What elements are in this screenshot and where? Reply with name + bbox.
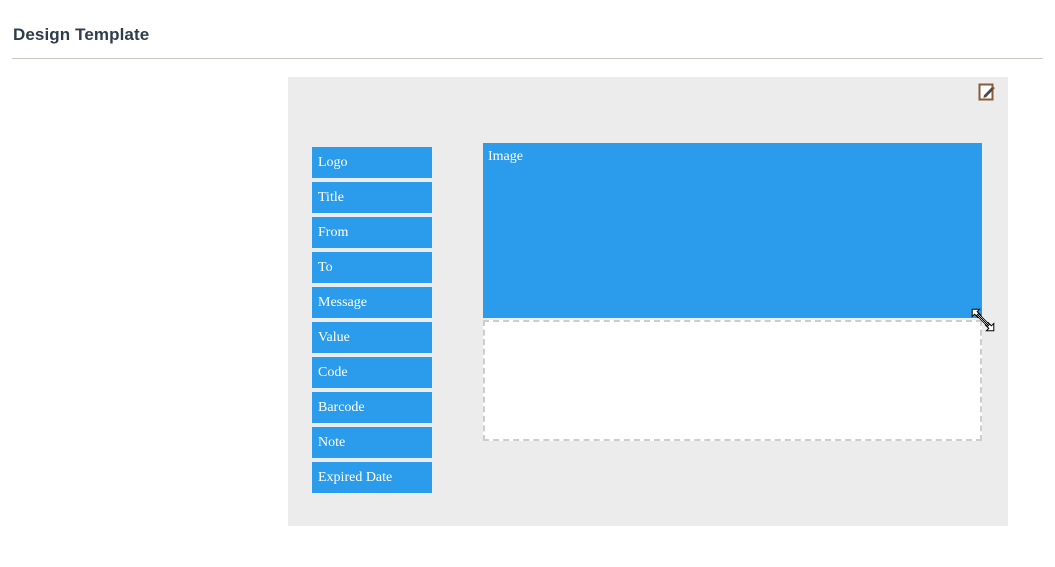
image-block[interactable]: Image bbox=[483, 143, 982, 318]
page-title: Design Template bbox=[13, 25, 150, 44]
field-chip-code[interactable]: Code bbox=[312, 357, 432, 388]
field-chip-barcode[interactable]: Barcode bbox=[312, 392, 432, 423]
designer-canvas: Logo Title From To Message Value Code Ba… bbox=[288, 77, 1008, 526]
field-chip-title[interactable]: Title bbox=[312, 182, 432, 213]
field-list: Logo Title From To Message Value Code Ba… bbox=[312, 147, 432, 493]
field-chip-logo[interactable]: Logo bbox=[312, 147, 432, 178]
field-chip-from[interactable]: From bbox=[312, 217, 432, 248]
field-chip-note[interactable]: Note bbox=[312, 427, 432, 458]
preview-area: Image bbox=[483, 143, 982, 518]
page-header: Design Template bbox=[0, 0, 1055, 59]
field-chip-message[interactable]: Message bbox=[312, 287, 432, 318]
field-chip-value[interactable]: Value bbox=[312, 322, 432, 353]
field-chip-expired-date[interactable]: Expired Date bbox=[312, 462, 432, 493]
edit-pencil-square-icon bbox=[978, 83, 996, 101]
edit-template-button[interactable] bbox=[978, 83, 996, 101]
field-chip-to[interactable]: To bbox=[312, 252, 432, 283]
template-drop-zone[interactable] bbox=[483, 320, 982, 441]
header-divider bbox=[12, 58, 1043, 59]
